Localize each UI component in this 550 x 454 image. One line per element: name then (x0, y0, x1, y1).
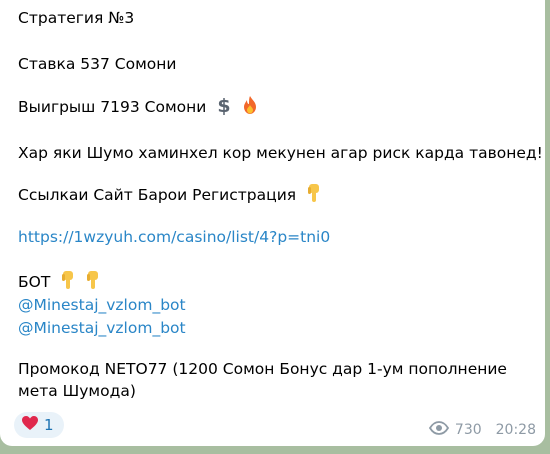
finger-down-icon (305, 183, 323, 209)
reaction-heart-button[interactable]: 1 (14, 412, 64, 438)
message-bubble: Стратегия №3 Ставка 537 Сомони Выигрыш 7… (0, 0, 545, 446)
message-line-bot: БОТ (18, 270, 102, 296)
bot-handle-link[interactable]: @Minestaj_vzlom_bot (18, 317, 186, 339)
heart-icon (21, 415, 39, 435)
casino-link[interactable]: https://1wzyuh.com/casino/list/4?p=tni0 (18, 226, 330, 248)
bot-handle-link[interactable]: @Minestaj_vzlom_bot (18, 294, 186, 316)
reaction-count: 1 (44, 416, 54, 434)
message-meta: 730 20:28 (428, 421, 536, 439)
message-line-win: Выигрыш 7193 Сомони $ (18, 95, 258, 121)
finger-down-icon (84, 270, 102, 296)
message-line-signup: Ссылкаи Сайт Барои Регистрация (18, 183, 323, 209)
message-time: 20:28 (495, 422, 536, 438)
eye-icon (428, 421, 449, 439)
finger-down-icon (59, 270, 77, 296)
message-line-bet: Ставка 537 Сомони (18, 55, 177, 73)
message-line-promo: Промокод NETO77 (1200 Сомон Бонус дар 1-… (18, 360, 507, 400)
view-count: 730 (454, 422, 482, 438)
message-line-title: Стратегия №3 (18, 9, 135, 27)
bot-label: БОТ (18, 273, 51, 291)
signup-text: Ссылкаи Сайт Барои Регистрация (18, 186, 297, 204)
dollar-icon: $ (215, 95, 233, 121)
message-line-motivation: Хар яки Шумо хаминхел кор мекунен агар р… (18, 144, 543, 162)
svg-text:$: $ (218, 95, 231, 115)
win-text: Выигрыш 7193 Сомони (18, 98, 207, 116)
fire-icon (242, 95, 258, 121)
